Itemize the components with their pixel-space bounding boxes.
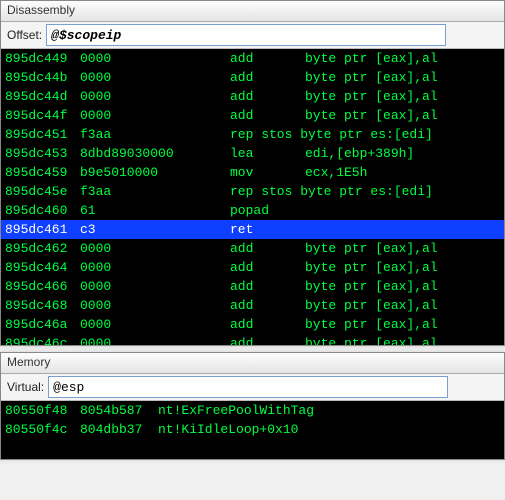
memory-title: Memory [1,353,504,374]
addr-cell: 895dc459 [5,163,80,182]
operands-cell: byte ptr [eax],al [305,239,438,258]
mnemonic-cell: add [230,258,305,277]
mnemonic-cell: lea [230,144,305,163]
addr-cell: 895dc464 [5,258,80,277]
memory-panel: Memory Virtual: 80550f488054b587nt!ExFre… [0,352,505,460]
mnemonic-cell: rep stos [230,182,300,201]
disassembly-row[interactable]: 895dc4620000addbyte ptr [eax],al [1,239,504,258]
bytes-cell: f3aa [80,182,230,201]
addr-cell: 895dc468 [5,296,80,315]
disassembly-row[interactable]: 895dc461c3ret [1,220,504,239]
bytes-cell: 0000 [80,258,230,277]
bytes-cell: 61 [80,201,230,220]
mnemonic-cell: add [230,315,305,334]
memory-listing[interactable]: 80550f488054b587nt!ExFreePoolWithTag8055… [1,401,504,459]
mnemonic-cell: add [230,68,305,87]
disassembly-row[interactable]: 895dc46061popad [1,201,504,220]
mnemonic-cell: ret [230,220,305,239]
addr-cell: 895dc461 [5,220,80,239]
mnemonic-cell: add [230,87,305,106]
mnemonic-cell: mov [230,163,305,182]
bytes-cell: 0000 [80,334,230,345]
operands-cell: byte ptr [eax],al [305,49,438,68]
mem-value-cell: 8054b587 [80,401,158,420]
mnemonic-cell: rep stos [230,125,300,144]
bytes-cell: 8dbd89030000 [80,144,230,163]
bytes-cell: 0000 [80,239,230,258]
operands-cell: byte ptr es:[edi] [300,125,433,144]
mem-symbol-cell: nt!ExFreePoolWithTag [158,401,314,420]
addr-cell: 895dc449 [5,49,80,68]
disassembly-toolbar: Offset: [1,22,504,49]
operands-cell: byte ptr [eax],al [305,87,438,106]
addr-cell: 895dc44f [5,106,80,125]
disassembly-row[interactable]: 895dc4680000addbyte ptr [eax],al [1,296,504,315]
mem-symbol-cell: nt!KiIdleLoop+0x10 [158,420,298,439]
memory-row[interactable]: 80550f4c804dbb37nt!KiIdleLoop+0x10 [1,420,504,439]
disassembly-row[interactable]: 895dc44b0000addbyte ptr [eax],al [1,68,504,87]
operands-cell: byte ptr [eax],al [305,258,438,277]
disassembly-row[interactable]: 895dc44f0000addbyte ptr [eax],al [1,106,504,125]
mem-addr-cell: 80550f4c [5,420,80,439]
operands-cell: byte ptr [eax],al [305,315,438,334]
bytes-cell: c3 [80,220,230,239]
mnemonic-cell: add [230,239,305,258]
offset-label: Offset: [7,28,42,42]
addr-cell: 895dc451 [5,125,80,144]
addr-cell: 895dc460 [5,201,80,220]
addr-cell: 895dc46c [5,334,80,345]
mem-value-cell: 804dbb37 [80,420,158,439]
bytes-cell: 0000 [80,277,230,296]
bytes-cell: 0000 [80,49,230,68]
operands-cell: byte ptr [eax],al [305,106,438,125]
offset-input[interactable] [46,24,446,46]
virtual-label: Virtual: [7,380,44,394]
bytes-cell: f3aa [80,125,230,144]
disassembly-listing[interactable]: 895dc4490000addbyte ptr [eax],al895dc44b… [1,49,504,345]
mnemonic-cell: add [230,49,305,68]
addr-cell: 895dc46a [5,315,80,334]
virtual-input[interactable] [48,376,448,398]
operands-cell: byte ptr [eax],al [305,296,438,315]
operands-cell: byte ptr [eax],al [305,277,438,296]
disassembly-row[interactable]: 895dc46a0000addbyte ptr [eax],al [1,315,504,334]
addr-cell: 895dc45e [5,182,80,201]
disassembly-row[interactable]: 895dc451f3aarep stos byte ptr es:[edi] [1,125,504,144]
disassembly-row[interactable]: 895dc4490000addbyte ptr [eax],al [1,49,504,68]
disassembly-panel: Disassembly Offset: 895dc4490000addbyte … [0,0,505,346]
mem-addr-cell: 80550f48 [5,401,80,420]
disassembly-row[interactable]: 895dc44d0000addbyte ptr [eax],al [1,87,504,106]
disassembly-row[interactable]: 895dc4660000addbyte ptr [eax],al [1,277,504,296]
disassembly-title: Disassembly [1,1,504,22]
addr-cell: 895dc462 [5,239,80,258]
addr-cell: 895dc44d [5,87,80,106]
mnemonic-cell: add [230,106,305,125]
bytes-cell: 0000 [80,68,230,87]
mnemonic-cell: add [230,334,305,345]
addr-cell: 895dc466 [5,277,80,296]
disassembly-row[interactable]: 895dc4538dbd89030000leaedi,[ebp+389h] [1,144,504,163]
operands-cell: edi,[ebp+389h] [305,144,414,163]
disassembly-row[interactable]: 895dc4640000addbyte ptr [eax],al [1,258,504,277]
addr-cell: 895dc44b [5,68,80,87]
bytes-cell: 0000 [80,87,230,106]
disassembly-row[interactable]: 895dc45ef3aarep stos byte ptr es:[edi] [1,182,504,201]
mnemonic-cell: add [230,277,305,296]
disassembly-row[interactable]: 895dc459b9e5010000movecx,1E5h [1,163,504,182]
bytes-cell: 0000 [80,106,230,125]
operands-cell: byte ptr es:[edi] [300,182,433,201]
bytes-cell: 0000 [80,296,230,315]
memory-toolbar: Virtual: [1,374,504,401]
disassembly-row[interactable]: 895dc46c0000addbyte ptr [eax],al [1,334,504,345]
mnemonic-cell: add [230,296,305,315]
memory-row[interactable]: 80550f488054b587nt!ExFreePoolWithTag [1,401,504,420]
bytes-cell: b9e5010000 [80,163,230,182]
operands-cell: byte ptr [eax],al [305,68,438,87]
addr-cell: 895dc453 [5,144,80,163]
mnemonic-cell: popad [230,201,305,220]
bytes-cell: 0000 [80,315,230,334]
operands-cell: ecx,1E5h [305,163,367,182]
operands-cell: byte ptr [eax],al [305,334,438,345]
